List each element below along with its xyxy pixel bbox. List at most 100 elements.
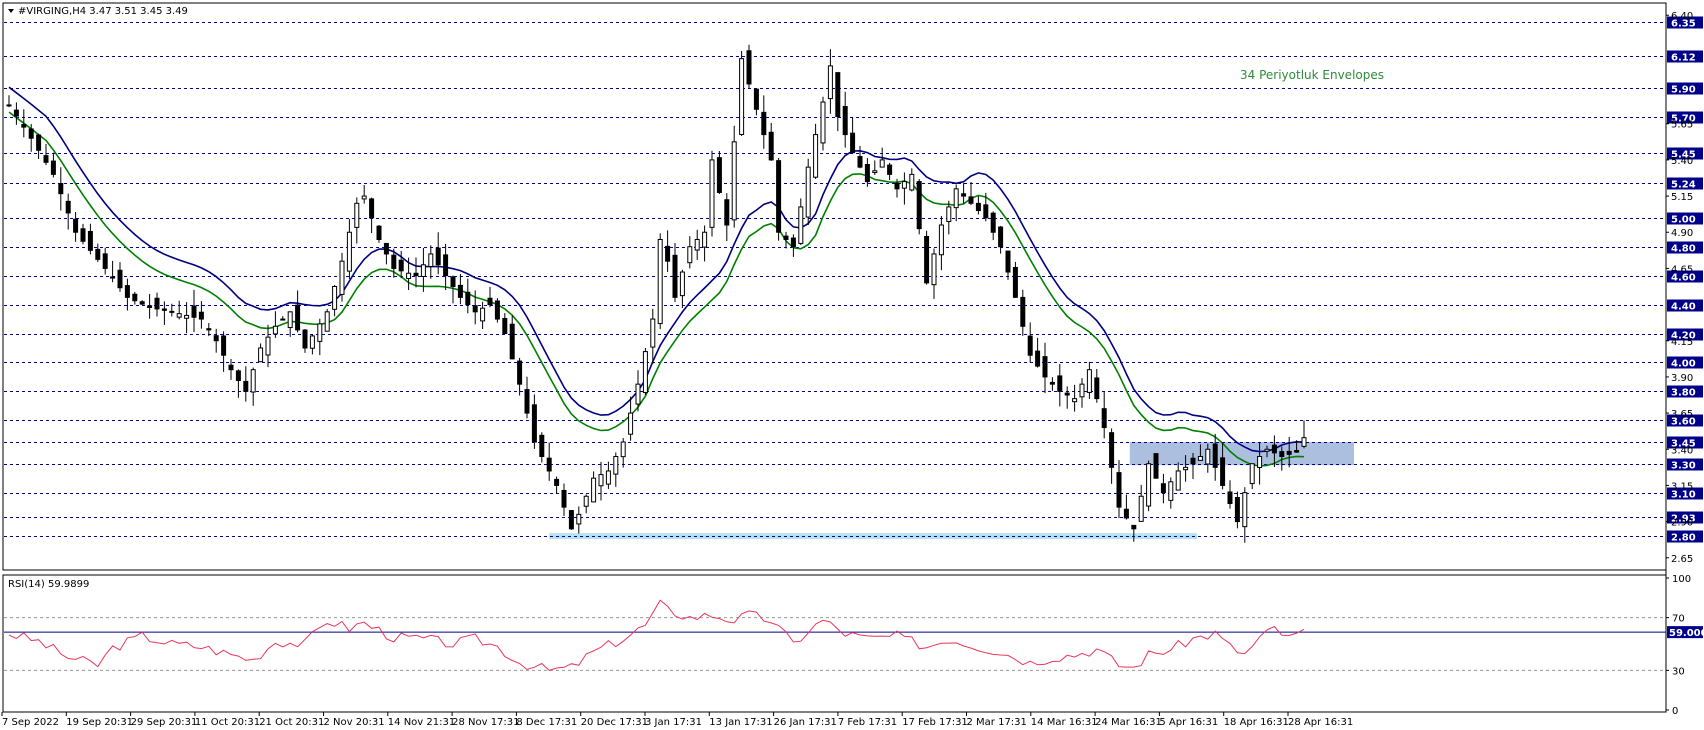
- candle-body: [887, 164, 893, 175]
- candle-body: [443, 254, 449, 277]
- time-tick-label: 7 Feb 17:31: [838, 717, 897, 728]
- time-tick-label: 26 Jan 17:31: [774, 717, 837, 728]
- candle-body: [842, 105, 848, 136]
- price-tick-label: 3.65: [1671, 409, 1693, 420]
- candle-body: [428, 253, 434, 268]
- time-tick-label: 8 Dec 17:31: [516, 717, 577, 728]
- candle-body: [87, 230, 93, 251]
- candle-body: [354, 202, 360, 228]
- candle-body: [161, 308, 167, 311]
- candle-body: [420, 264, 426, 277]
- candle-body: [739, 58, 745, 135]
- candle-body: [324, 311, 330, 332]
- candle-body: [21, 124, 27, 128]
- time-tick-label: 28 Apr 16:31: [1288, 717, 1353, 728]
- candle-body: [391, 254, 397, 269]
- candle-body: [1197, 455, 1203, 461]
- candle-body: [517, 360, 523, 385]
- candle-body: [1220, 457, 1226, 486]
- time-tick-label: 5 Apr 16:31: [1159, 717, 1218, 728]
- time-tick-label: 20 Dec 17:31: [581, 717, 648, 728]
- candle-body: [221, 335, 227, 356]
- candle-body: [28, 128, 34, 139]
- candle-body: [1286, 450, 1292, 455]
- candle-body: [650, 318, 656, 348]
- candle-body: [154, 297, 160, 310]
- time-tick-label: 13 Jan 17:31: [709, 717, 772, 728]
- candle-body: [628, 412, 634, 435]
- candle-body: [258, 347, 264, 363]
- candle-body: [398, 259, 404, 272]
- candle-body: [820, 101, 826, 144]
- candle-body: [1027, 335, 1033, 356]
- price-level-label: 5.24: [1671, 180, 1696, 191]
- candle-body: [450, 276, 456, 287]
- candle-body: [435, 247, 441, 266]
- candle-body: [472, 305, 478, 313]
- candle-body: [124, 285, 130, 298]
- candle-body: [243, 380, 249, 392]
- candle-body: [1183, 466, 1189, 471]
- time-tick-label: 28 Nov 17:31: [452, 717, 519, 728]
- candle-body: [642, 351, 648, 394]
- candle-body: [361, 195, 367, 200]
- price-level-label: 4.00: [1671, 359, 1696, 370]
- candle-body: [850, 132, 856, 154]
- candle-body: [761, 111, 767, 136]
- candle-body: [583, 495, 589, 507]
- candle-body: [295, 304, 301, 331]
- candle-body: [790, 237, 796, 248]
- candle-body: [687, 246, 693, 264]
- candle-body: [265, 336, 271, 356]
- candle-body: [176, 313, 182, 318]
- rsi-tick-label: 0: [1672, 706, 1678, 717]
- candle-body: [184, 314, 190, 319]
- candle-body: [1005, 250, 1011, 273]
- candle-body: [716, 157, 722, 193]
- candle-body: [724, 199, 730, 226]
- candle-body: [591, 477, 597, 503]
- time-tick-label: 3 Jan 17:31: [645, 717, 702, 728]
- candle-body: [1123, 508, 1129, 519]
- candle-body: [1138, 495, 1144, 522]
- candle-body: [931, 253, 937, 286]
- candle-body: [938, 224, 944, 256]
- candle-body: [753, 88, 759, 110]
- candle-body: [494, 300, 500, 320]
- candle-body: [147, 305, 153, 308]
- candle-body: [139, 301, 145, 305]
- candle-body: [702, 231, 708, 248]
- candle-body: [813, 134, 819, 178]
- candle-body: [110, 276, 116, 279]
- candle-body: [198, 311, 204, 320]
- candle-body: [879, 159, 885, 168]
- candle-body: [487, 297, 493, 306]
- candle-body: [613, 455, 619, 475]
- time-tick-label: 14 Nov 21:31: [388, 717, 455, 728]
- candle-body: [1168, 481, 1174, 501]
- price-tick-label: 3.15: [1671, 481, 1693, 492]
- candle-body: [539, 434, 545, 457]
- candle-body: [457, 284, 463, 298]
- candle-body: [1042, 356, 1048, 378]
- candle-body: [635, 383, 641, 405]
- price-level-label: 4.80: [1671, 244, 1696, 255]
- candle-body: [1175, 470, 1181, 491]
- price-tick-label: 6.40: [1671, 11, 1693, 22]
- candle-body: [924, 235, 930, 284]
- candle-body: [679, 271, 685, 297]
- price-level-label: 3.80: [1671, 388, 1696, 399]
- candle-body: [1160, 483, 1166, 494]
- candle-body: [657, 238, 663, 325]
- candle-body: [694, 238, 700, 251]
- candle-body: [480, 307, 486, 322]
- candle-body: [827, 65, 833, 100]
- candle-body: [605, 470, 611, 485]
- candle-body: [132, 293, 138, 302]
- candle-body: [909, 173, 915, 191]
- time-tick-label: 24 Mar 16:31: [1095, 717, 1162, 728]
- candle-body: [272, 325, 278, 335]
- candle-body: [1190, 457, 1196, 465]
- candle-body: [1086, 369, 1092, 393]
- price-tick-label: 2.65: [1671, 554, 1693, 565]
